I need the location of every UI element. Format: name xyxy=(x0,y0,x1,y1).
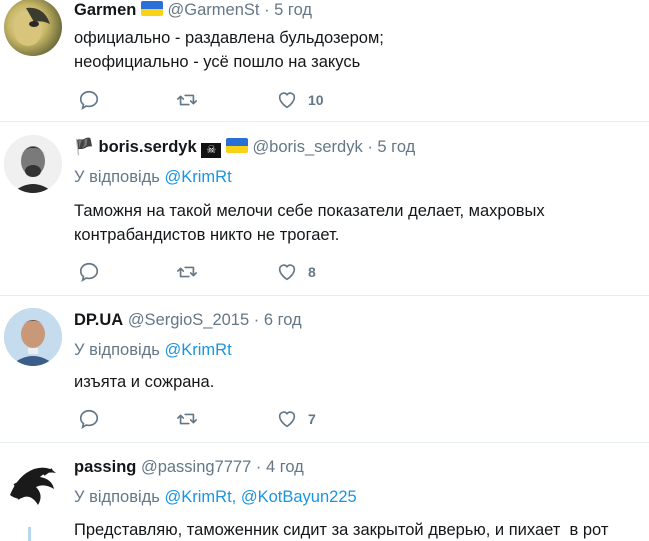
user-handle[interactable]: @boris_serdyk xyxy=(252,138,362,156)
reply-mention-link[interactable]: @KotBayun225 xyxy=(241,488,357,506)
tweet-header: Garmen @GarmenSt · 5 год xyxy=(74,0,312,20)
tweet[interactable]: DP.UA @SergioS_2015 · 6 год У відповідь … xyxy=(0,296,649,443)
reply-context: У відповідь @KrimRt, @KotBayun225 xyxy=(74,487,357,507)
retweet-icon xyxy=(177,94,197,106)
user-handle[interactable]: @SergioS_2015 xyxy=(128,311,249,329)
heart-icon xyxy=(278,411,296,428)
tweet-text: официально - раздавлена бульдозером; нео… xyxy=(74,26,644,74)
reply-context: У відповідь @KrimRt xyxy=(74,340,232,360)
reply-prefix: У відповідь xyxy=(74,488,160,506)
tweet-header: passing @passing7777 · 4 год xyxy=(74,457,304,477)
tweet-time[interactable]: · 6 год xyxy=(254,311,302,329)
ukraine-flag-icon xyxy=(225,138,248,153)
avatar[interactable] xyxy=(4,455,62,513)
ukraine-flag-icon xyxy=(140,1,163,16)
thread-line xyxy=(28,527,31,541)
retweet-icon xyxy=(177,266,197,278)
reply-prefix: У відповідь xyxy=(74,341,160,359)
tweet-text-line: неофициально - усё пошло на закусь xyxy=(74,53,361,71)
reply-context: У відповідь @KrimRt xyxy=(74,167,232,187)
tweet-text-line: Представляю, таможенник сидит за закрыто… xyxy=(74,521,609,539)
tweet-text: изъята и сожрана. xyxy=(74,370,644,394)
reply-icon xyxy=(79,409,99,429)
user-name[interactable]: passing xyxy=(74,458,136,476)
tweet-text-line: официально - раздавлена бульдозером; xyxy=(74,29,384,47)
user-handle[interactable]: @passing7777 xyxy=(141,458,251,476)
like-button[interactable]: 10 xyxy=(276,89,324,111)
user-name[interactable]: boris.serdyk xyxy=(99,138,197,156)
skull-flag-icon: ☠ xyxy=(201,143,222,158)
reply-button[interactable] xyxy=(78,89,100,111)
reply-button[interactable] xyxy=(78,408,100,430)
reply-button[interactable] xyxy=(78,261,100,283)
heart-icon xyxy=(278,92,296,109)
user-name[interactable]: Garmen xyxy=(74,1,136,19)
like-button[interactable]: 8 xyxy=(276,261,316,283)
reply-prefix: У відповідь xyxy=(74,168,160,186)
tweet[interactable]: Garmen @GarmenSt · 5 год официально - ра… xyxy=(0,0,649,122)
like-button[interactable]: 7 xyxy=(276,408,316,430)
reply-mention-link[interactable]: @KrimRt xyxy=(165,168,232,186)
tweet-actions: 8 xyxy=(78,261,378,283)
retweet-button[interactable] xyxy=(176,89,198,111)
tweet-text-line: Таможня на такой мелочи себе показатели … xyxy=(74,202,545,220)
like-count: 7 xyxy=(308,411,316,427)
avatar[interactable] xyxy=(4,0,62,56)
reply-mention-link[interactable]: @KrimRt xyxy=(165,341,232,359)
tweet-time[interactable]: · 4 год xyxy=(256,458,304,476)
avatar[interactable] xyxy=(4,135,62,193)
heart-icon xyxy=(278,264,296,281)
tweet[interactable]: passing @passing7777 · 4 год У відповідь… xyxy=(0,443,649,541)
like-count: 10 xyxy=(308,92,324,108)
user-name[interactable]: DP.UA xyxy=(74,311,123,329)
like-count: 8 xyxy=(308,264,316,280)
tweet-time[interactable]: · 5 год xyxy=(264,1,312,19)
tweet[interactable]: 🏴 boris.serdyk ☠ @boris_serdyk · 5 год У… xyxy=(0,123,649,296)
retweet-button[interactable] xyxy=(176,408,198,430)
tweet-time[interactable]: · 5 год xyxy=(367,138,415,156)
tweet-header: 🏴 boris.serdyk ☠ @boris_serdyk · 5 год xyxy=(74,137,415,158)
reply-mention-link[interactable]: @KrimRt, xyxy=(165,488,237,506)
tweet-text-line: контрабандистов никто не трогает. xyxy=(74,226,340,244)
tweet-actions: 10 xyxy=(78,89,378,111)
reply-icon xyxy=(79,90,99,110)
black-flag-icon: 🏴 xyxy=(74,139,94,156)
tweet-text-line: изъята и сожрана. xyxy=(74,373,215,391)
retweet-button[interactable] xyxy=(176,261,198,283)
retweet-icon xyxy=(177,413,197,425)
reply-icon xyxy=(79,262,99,282)
tweet-actions: 7 xyxy=(78,408,378,430)
user-handle[interactable]: @GarmenSt xyxy=(168,1,260,19)
tweet-text: Представляю, таможенник сидит за закрыто… xyxy=(74,518,644,541)
tweet-text: Таможня на такой мелочи себе показатели … xyxy=(74,199,644,247)
avatar[interactable] xyxy=(4,308,62,366)
tweet-header: DP.UA @SergioS_2015 · 6 год xyxy=(74,310,302,330)
